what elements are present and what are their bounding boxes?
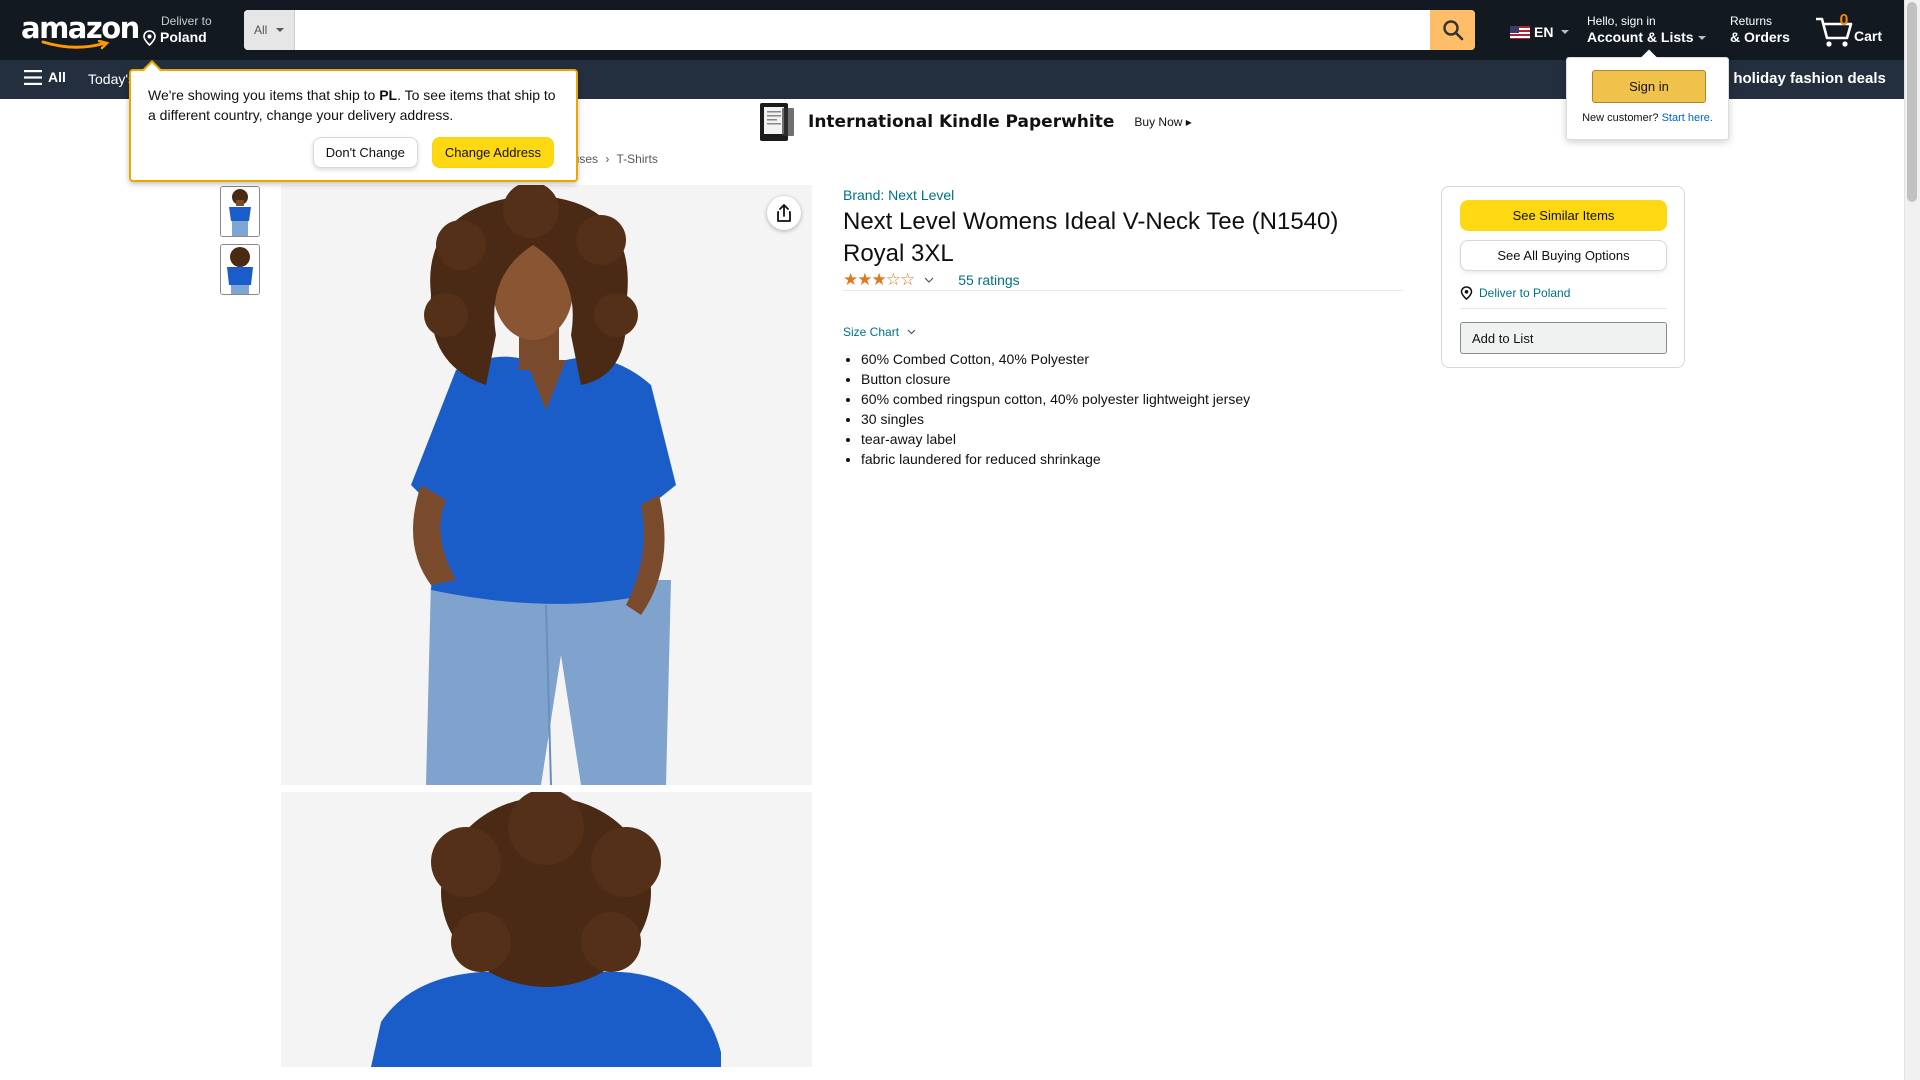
top-nav: amazon Deliver to Poland All EN Hello, s… — [0, 0, 1904, 60]
deliver-country: Poland — [160, 29, 207, 45]
cart-label: Cart — [1854, 28, 1883, 44]
account-greeting: Hello, sign in — [1587, 14, 1656, 28]
brand-link[interactable]: Brand: Next Level — [843, 187, 954, 203]
deliver-to-link[interactable]: Deliver to Poland — [1460, 286, 1570, 300]
buy-box: See Similar Items See All Buying Options… — [1441, 186, 1685, 368]
orders-label: & Orders — [1730, 29, 1790, 45]
ship-country-code: PL — [379, 87, 398, 103]
signin-flyout: Sign in New customer? Start here. — [1566, 57, 1729, 140]
language-label: EN — [1534, 24, 1554, 40]
product-secondary-image[interactable] — [281, 792, 812, 1067]
feature-bullets: 60% Combed Cotton, 40% Polyester Button … — [843, 349, 1250, 469]
location-pin-icon — [1460, 286, 1473, 300]
chevron-down-icon — [276, 28, 285, 32]
new-customer-row: New customer? Start here. — [1567, 112, 1728, 124]
rating-row: ★★★☆☆ 55 ratings — [843, 270, 1020, 290]
us-flag-icon — [1510, 25, 1530, 39]
search-icon — [1442, 20, 1463, 41]
chevron-down-icon — [907, 329, 916, 335]
model-back-image — [281, 792, 812, 1067]
todays-deals-link[interactable]: Today's — [88, 71, 135, 87]
breadcrumb: ouses › T-Shirts — [566, 152, 658, 166]
thumbnail-front[interactable] — [220, 186, 260, 237]
search-input[interactable] — [295, 10, 1423, 50]
breadcrumb-item[interactable]: T-Shirts — [617, 152, 658, 166]
hamburger-menu-icon — [24, 69, 42, 85]
chevron-down-icon — [1561, 30, 1570, 34]
product-main-image[interactable] — [281, 185, 812, 785]
feature-bullet: tear-away label — [861, 429, 1250, 449]
deliver-to-button[interactable]: Deliver to Poland — [142, 14, 212, 46]
banner-title: International Kindle Paperwhite — [808, 112, 1115, 132]
language-selector[interactable]: EN — [1510, 24, 1570, 40]
model-front-image — [281, 185, 812, 785]
banner-buy-now[interactable]: Buy Now ▸ — [1134, 115, 1191, 129]
size-chart-label: Size Chart — [843, 325, 900, 339]
deliver-label: Deliver to — [161, 14, 212, 28]
feature-bullet: 60% combed ringspun cotton, 40% polyeste… — [861, 389, 1250, 409]
search-category-label: All — [254, 23, 268, 37]
returns-orders-button[interactable]: Returns & Orders — [1730, 14, 1790, 46]
add-to-list-button[interactable]: Add to List — [1460, 322, 1667, 354]
divider — [1460, 308, 1667, 309]
search-category-dropdown[interactable]: All — [244, 10, 295, 50]
signin-button[interactable]: Sign in — [1592, 70, 1706, 103]
kindle-banner[interactable]: International Kindle Paperwhite Buy Now … — [758, 100, 1192, 144]
product-title: Next Level Womens Ideal V-Neck Tee (N154… — [843, 208, 1339, 267]
account-label: Account & Lists — [1587, 29, 1694, 45]
ship-to-popover: We're showing you items that ship to PL.… — [129, 69, 578, 182]
all-menu-button[interactable]: All — [24, 69, 66, 85]
account-lists-button[interactable]: Hello, sign in Account & Lists — [1587, 14, 1706, 46]
divider — [843, 290, 1403, 291]
change-address-button[interactable]: Change Address — [431, 137, 554, 168]
feature-bullet: 30 singles — [861, 409, 1250, 429]
search-button[interactable] — [1430, 10, 1475, 50]
start-here-link[interactable]: Start here. — [1662, 112, 1713, 124]
thumbnail-image — [221, 187, 259, 236]
chevron-down-icon — [1697, 36, 1706, 41]
holiday-fashion-deals-link[interactable]: o holiday fashion deals — [1720, 70, 1886, 87]
share-icon — [777, 204, 791, 222]
all-menu-label: All — [48, 69, 66, 85]
share-button[interactable] — [767, 196, 801, 230]
ship-message: We're showing you items that ship to PL.… — [148, 85, 559, 125]
page: amazon Deliver to Poland All EN Hello, s… — [0, 0, 1920, 1080]
kindle-device-icon — [758, 102, 796, 142]
feature-bullet: Button closure — [861, 369, 1250, 389]
logo-text: amazon — [21, 11, 140, 45]
feature-bullet: fabric laundered for reduced shrinkage — [861, 449, 1250, 469]
size-chart-link[interactable]: Size Chart — [843, 325, 916, 339]
star-rating-icon[interactable]: ★★★☆☆ — [843, 270, 915, 290]
feature-bullet: 60% Combed Cotton, 40% Polyester — [861, 349, 1250, 369]
ratings-count-link[interactable]: 55 ratings — [958, 272, 1019, 288]
see-all-buying-options-button[interactable]: See All Buying Options — [1460, 240, 1667, 271]
returns-label: Returns — [1730, 14, 1773, 28]
see-similar-items-button[interactable]: See Similar Items — [1460, 200, 1667, 231]
thumbnail-image — [221, 245, 259, 294]
new-customer-label: New customer? — [1582, 112, 1659, 124]
breadcrumb-separator: › — [605, 152, 610, 166]
thumbnail-back[interactable] — [220, 244, 260, 295]
cart-button[interactable]: 0 Cart — [1814, 10, 1894, 50]
logo-smile-icon — [41, 40, 110, 50]
scrollbar-thumb[interactable] — [1907, 2, 1917, 202]
location-pin-icon — [143, 29, 156, 46]
cart-count: 0 — [1839, 12, 1849, 29]
chevron-down-icon[interactable] — [924, 277, 934, 283]
ship-text-before: We're showing you items that ship to — [148, 87, 380, 103]
dont-change-button[interactable]: Don't Change — [312, 137, 418, 168]
search-bar: All — [244, 10, 1475, 50]
amazon-logo[interactable]: amazon — [21, 11, 140, 50]
deliver-to-label: Deliver to Poland — [1479, 286, 1571, 300]
